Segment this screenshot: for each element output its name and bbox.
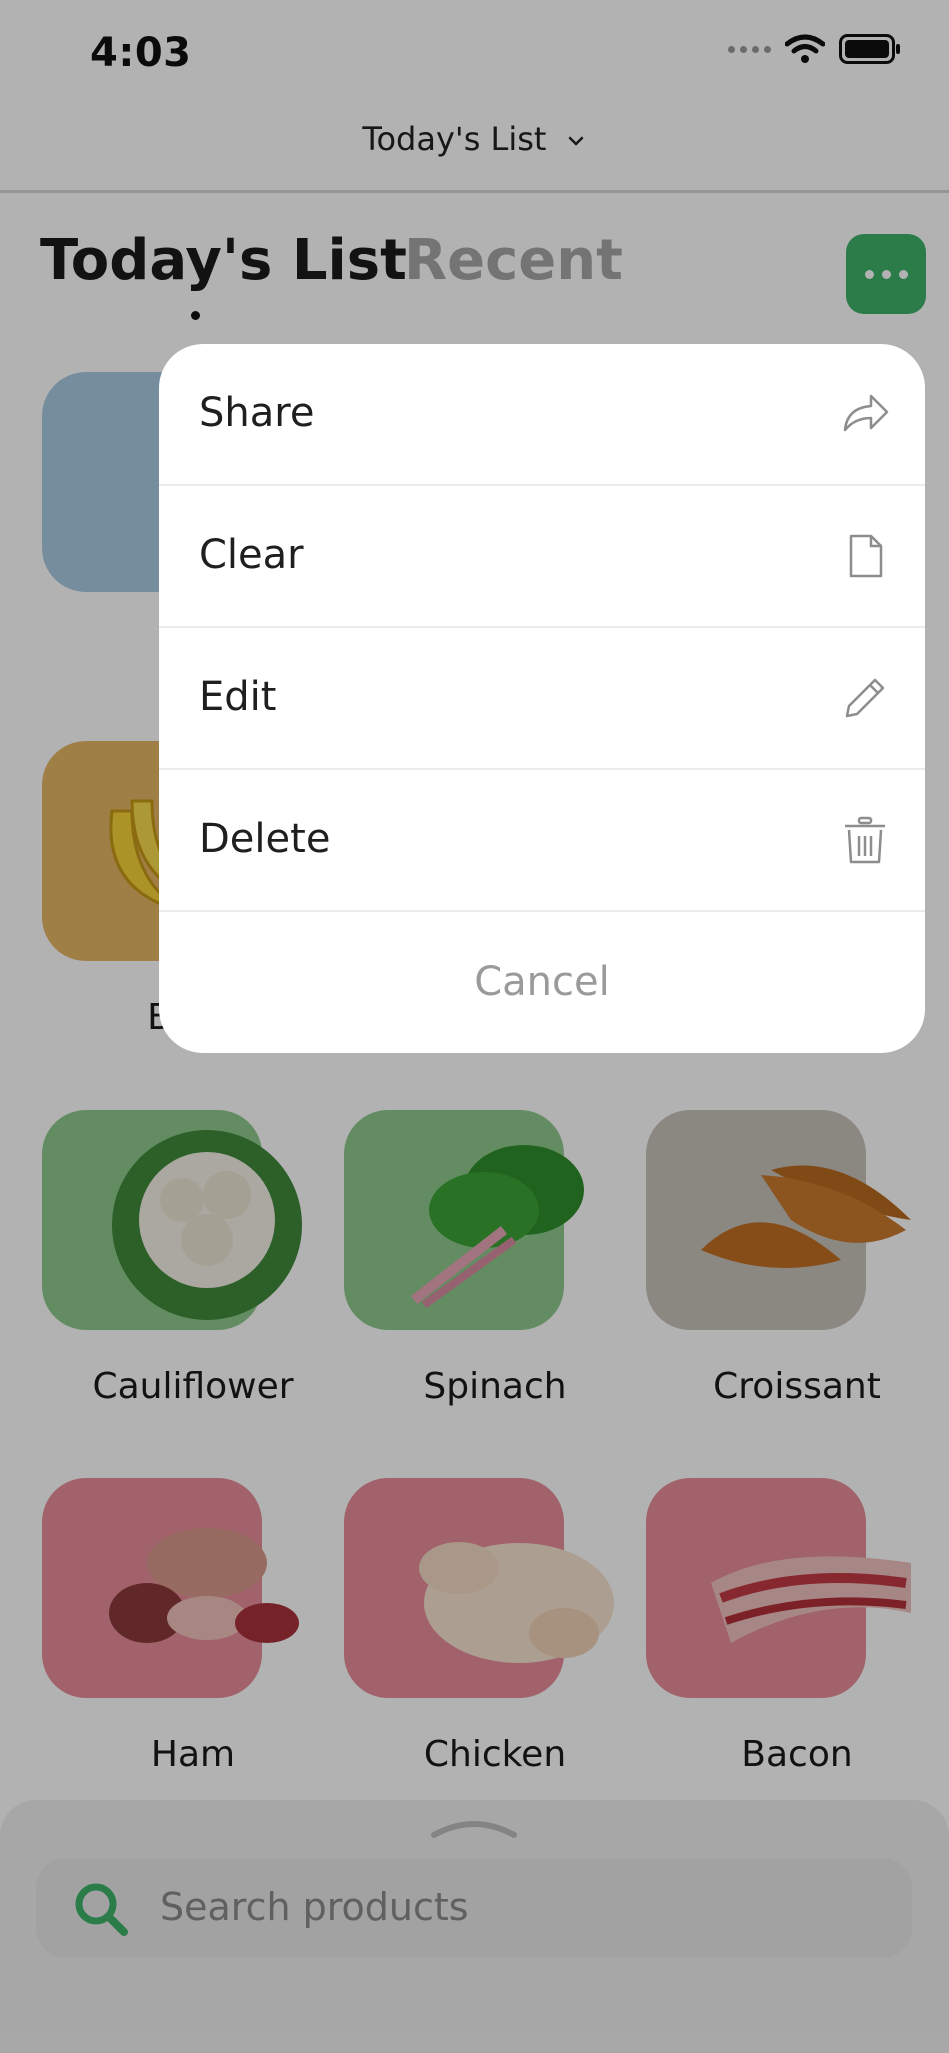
action-label: Share [199,390,315,436]
action-clear[interactable]: Clear [159,486,925,628]
document-icon [849,534,883,578]
action-delete[interactable]: Delete [159,770,925,912]
action-label: Edit [199,674,277,720]
action-edit[interactable]: Edit [159,628,925,770]
trash-icon [845,816,885,864]
action-share[interactable]: Share [159,344,925,486]
share-icon [843,394,889,432]
action-label: Delete [199,816,331,862]
action-label: Clear [199,532,304,578]
cancel-button[interactable]: Cancel [159,912,925,1053]
pencil-icon [845,678,885,718]
action-sheet: Share Clear Edit Delete Cancel [159,344,925,1053]
